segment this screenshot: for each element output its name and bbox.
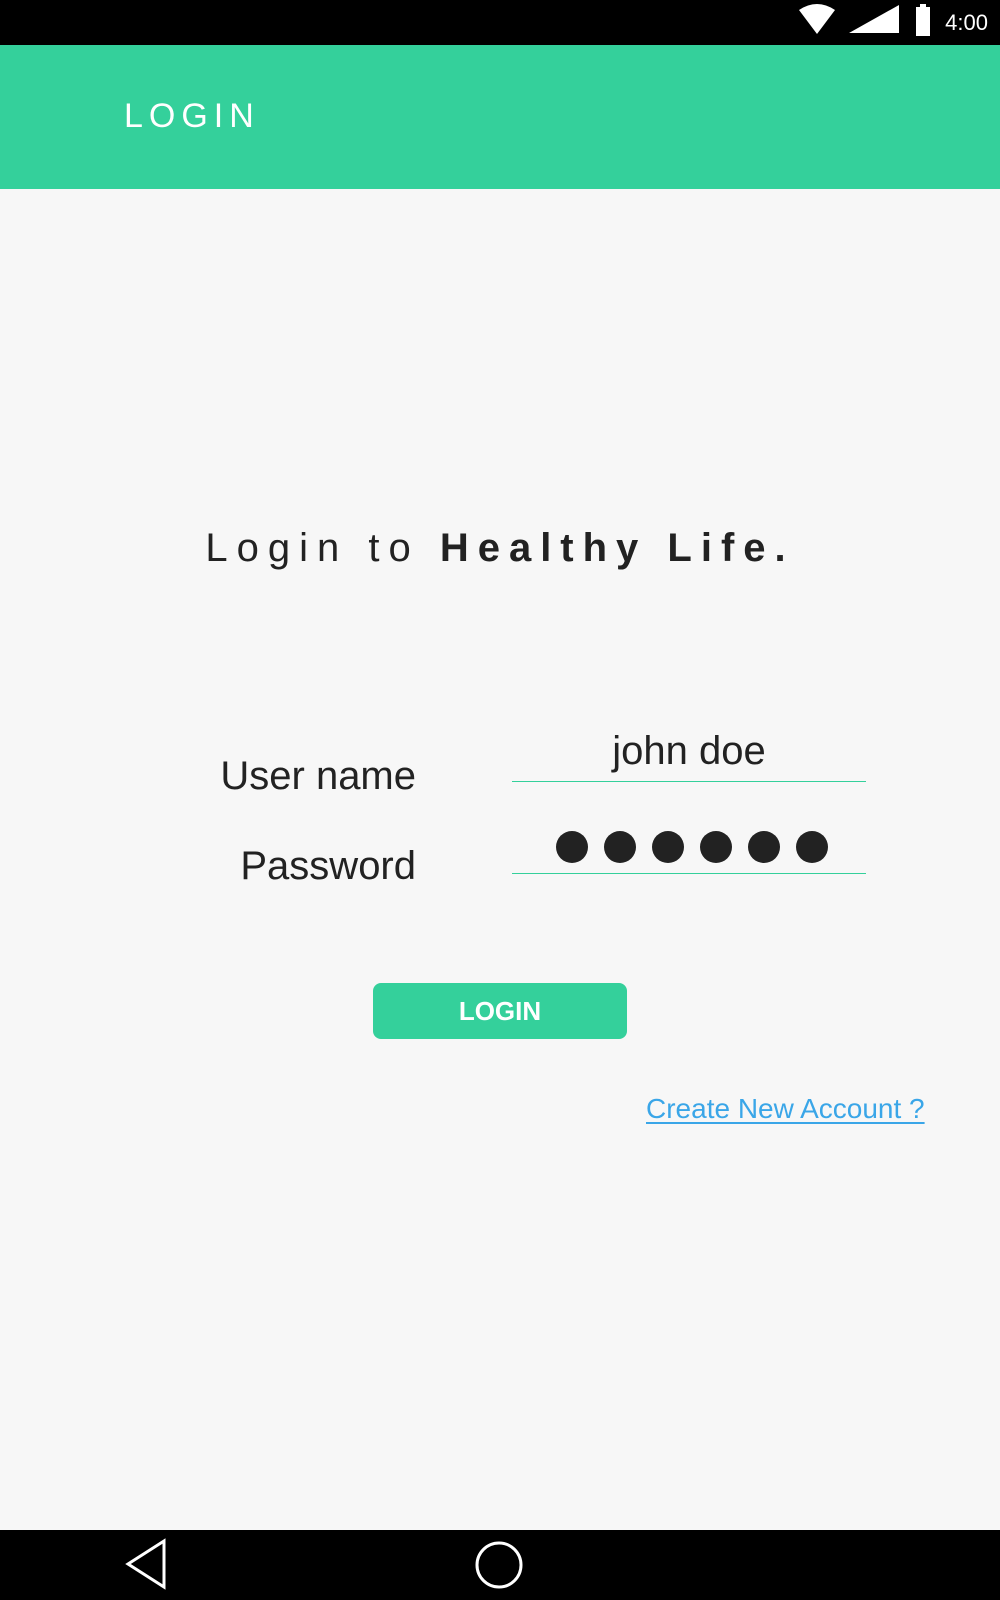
password-dot: [700, 831, 732, 863]
navigation-bar: [0, 1530, 1000, 1600]
password-field[interactable]: [512, 819, 866, 874]
app-bar: LOGIN: [0, 45, 1000, 189]
back-icon[interactable]: [124, 1538, 168, 1595]
password-mask: [556, 831, 828, 863]
login-headline: Login to Healthy Life.: [0, 526, 1000, 571]
status-icons: 4:00: [799, 0, 988, 45]
signal-icon: [849, 5, 901, 40]
username-value: john doe: [612, 729, 766, 773]
page-title: LOGIN: [124, 97, 260, 135]
password-dot: [796, 831, 828, 863]
login-content: Login to Healthy Life. User name john do…: [0, 189, 1000, 1530]
status-time: 4:00: [945, 9, 988, 35]
create-account-link[interactable]: Create New Account ?: [646, 1093, 925, 1125]
headline-brand: Healthy Life.: [439, 526, 795, 570]
username-label: User name: [220, 754, 416, 798]
password-dot: [604, 831, 636, 863]
battery-icon: [915, 4, 931, 41]
headline-prefix: Login to: [205, 526, 440, 570]
username-field[interactable]: john doe: [512, 727, 866, 782]
password-dot: [748, 831, 780, 863]
password-dot: [556, 831, 588, 863]
home-icon[interactable]: [474, 1540, 524, 1595]
status-bar: 4:00: [0, 0, 1000, 45]
password-label: Password: [240, 844, 416, 888]
login-button[interactable]: LOGIN: [373, 983, 627, 1039]
wifi-icon: [799, 4, 836, 41]
password-dot: [652, 831, 684, 863]
